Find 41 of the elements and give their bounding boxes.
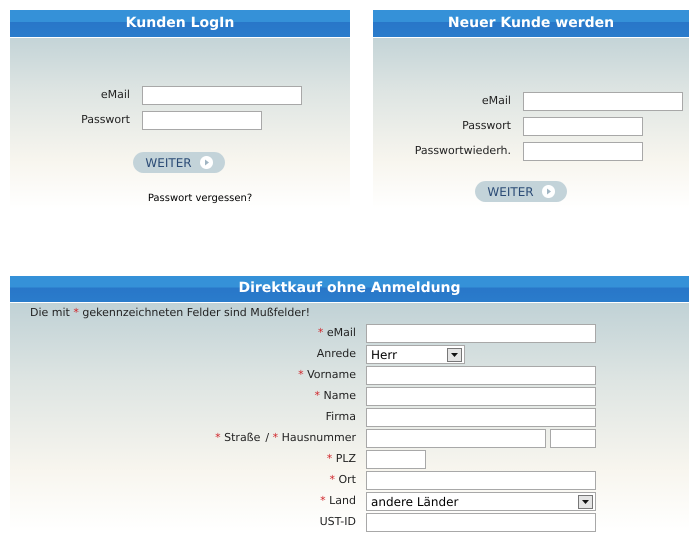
input-field[interactable] — [366, 450, 426, 469]
field-label: * Land — [320, 493, 356, 510]
field-label: * Ort — [330, 472, 356, 488]
input-field[interactable] — [366, 387, 596, 406]
input-field[interactable] — [142, 86, 302, 105]
required-fields-note: Die mit * gekennzeichneten Felder sind Mußfelder! — [29, 304, 312, 320]
input-field[interactable] — [366, 471, 596, 490]
input-field[interactable] — [366, 408, 596, 427]
field-label: * eMail — [318, 325, 356, 342]
panel-title: Neuer Kunde werden — [448, 14, 614, 33]
input-field[interactable] — [366, 366, 596, 385]
input-field[interactable] — [366, 324, 596, 343]
input-field[interactable] — [523, 117, 643, 136]
panel-title: Direktkauf ohne Anmeldung — [238, 279, 461, 298]
field-label: Passwortwiederh. — [414, 143, 512, 160]
field-label: Passwort — [80, 112, 131, 128]
input-field[interactable] — [366, 429, 546, 448]
field-label: * Straße — [215, 430, 260, 446]
field-label: Passwort — [461, 118, 512, 134]
input-field[interactable] — [366, 513, 596, 532]
panel-title: Kunden LogIn — [126, 14, 234, 33]
weiter-button[interactable]: WEITER — [475, 181, 567, 202]
field-label: / * Hausnummer — [265, 430, 356, 446]
input-field[interactable] — [142, 111, 262, 130]
forgot-password-link[interactable]: Passwort vergessen? — [148, 191, 252, 206]
weiter-button[interactable]: WEITER — [133, 152, 225, 173]
field-label: eMail — [480, 93, 512, 110]
field-label: eMail — [100, 87, 131, 104]
field-label: * Name — [314, 388, 356, 404]
input-field[interactable] — [523, 142, 643, 161]
field-label: * PLZ — [326, 451, 356, 468]
arrow-right-icon — [542, 185, 555, 198]
select-field[interactable]: andere Länder — [366, 492, 596, 511]
arrow-right-icon — [200, 156, 213, 169]
field-label: * Vorname — [298, 367, 356, 384]
field-label: UST-ID — [320, 514, 356, 530]
select-field[interactable]: Herr — [366, 345, 465, 364]
field-label: Anrede — [316, 346, 356, 362]
field-label: Firma — [326, 409, 356, 426]
input-field[interactable] — [550, 429, 596, 448]
input-field[interactable] — [523, 92, 683, 111]
